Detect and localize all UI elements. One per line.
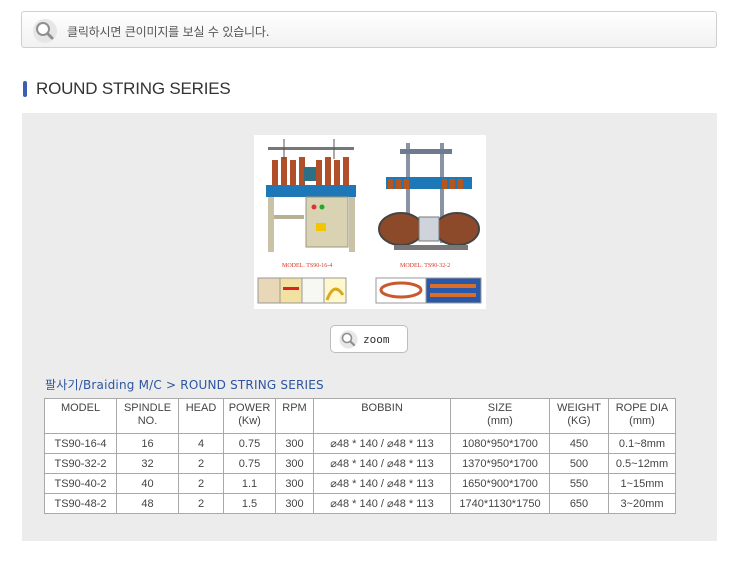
table-cell-head: 2 [178, 473, 224, 494]
table-cell-size: 1080*950*1700 [450, 433, 550, 454]
table-cell-spindle-no: 48 [116, 493, 179, 514]
table-cell-rpm: 300 [275, 453, 314, 474]
section-title: ROUND STRING SERIES [36, 79, 231, 98]
table-cell-head: 2 [178, 453, 224, 474]
table-cell-head: 4 [178, 433, 224, 454]
table-cell-spindle-no: 16 [116, 433, 179, 454]
table-header-row: MODEL SPINDLE NO. HEAD POWER (Kw) RPM BOBBIN SIZ… [44, 398, 676, 434]
zoom-button[interactable]: zoom [330, 325, 408, 353]
col-header-line: NO. [137, 415, 158, 427]
col-header-line: WEIGHT [557, 402, 601, 414]
col-header-size: SIZE (mm) [450, 398, 550, 434]
magnifier-icon [339, 330, 358, 349]
table-cell-model: TS90-32-2 [44, 453, 117, 474]
col-header-line: (Kw) [238, 415, 261, 427]
col-header-bobbin: BOBBIN [313, 398, 451, 434]
table-cell-power: 1.5 [223, 493, 276, 514]
product-image[interactable]: MODEL. TS90-16-4 MODEL. TS90-32-2 [254, 135, 486, 309]
table-cell-size: 1650*900*1700 [450, 473, 550, 494]
product-panel: MODEL. TS90-16-4 MODEL. TS90-32-2 zoom 팔… [22, 113, 717, 541]
col-header-line: ROPE DIA [615, 402, 669, 414]
table-cell-rpm: 300 [275, 493, 314, 514]
magnifier-icon [33, 19, 57, 43]
table-cell-rope-dia: 1~15mm [608, 473, 676, 494]
table-row: TS90-16-4 16 4 0.75 300 ⌀48 * 140 / ⌀48 * 113… [44, 433, 676, 454]
col-header-line: (mm) [487, 415, 513, 427]
table-row: TS90-48-2 48 2 1.5 300 ⌀48 * 140 / ⌀48 * 113 1… [44, 493, 676, 514]
table-cell-model: TS90-16-4 [44, 433, 117, 454]
breadcrumb-parent[interactable]: 팔사기/Braiding M/C [45, 378, 162, 392]
table-cell-model: TS90-48-2 [44, 493, 117, 514]
table-cell-power: 0.75 [223, 433, 276, 454]
table-cell-rope-dia: 0.5~12mm [608, 453, 676, 474]
table-cell-weight: 650 [549, 493, 609, 514]
col-header-rope-dia: ROPE DIA (mm) [608, 398, 676, 434]
table-cell-weight: 450 [549, 433, 609, 454]
notice-text: 클릭하시면 큰이미지를 보실 수 있습니다. [67, 25, 270, 39]
rope-samples-right [375, 277, 482, 304]
table-cell-rope-dia: 3~20mm [608, 493, 676, 514]
col-header-line: (mm) [629, 415, 655, 427]
col-header-head: HEAD [178, 398, 224, 434]
table-row: TS90-40-2 40 2 1.1 300 ⌀48 * 140 / ⌀48 * 113 1… [44, 473, 676, 494]
rope-samples-left [257, 277, 347, 304]
col-header-spindle-no: SPINDLE NO. [116, 398, 179, 434]
table-cell-power: 0.75 [223, 453, 276, 474]
table-row: TS90-32-2 32 2 0.75 300 ⌀48 * 140 / ⌀48 * 113… [44, 453, 676, 474]
table-cell-weight: 500 [549, 453, 609, 474]
col-header-model: MODEL [44, 398, 117, 434]
spec-table: MODEL SPINDLE NO. HEAD POWER (Kw) RPM BOBBIN SIZ… [44, 398, 676, 514]
table-body: TS90-16-4 16 4 0.75 300 ⌀48 * 140 / ⌀48 * 113… [44, 433, 676, 514]
table-cell-model: TS90-40-2 [44, 473, 117, 494]
caption-right: MODEL. TS90-32-2 [400, 263, 450, 269]
col-header-line: MODEL [60, 402, 101, 414]
col-header-line: POWER [228, 402, 271, 414]
table-cell-size: 1370*950*1700 [450, 453, 550, 474]
table-cell-head: 2 [178, 493, 224, 514]
table-cell-power: 1.1 [223, 473, 276, 494]
col-header-rpm: RPM [275, 398, 314, 434]
caption-left: MODEL. TS90-16-4 [282, 263, 332, 269]
col-header-line: (KG) [567, 415, 591, 427]
table-cell-bobbin: ⌀48 * 140 / ⌀48 * 113 [313, 453, 451, 474]
notice-bar: 클릭하시면 큰이미지를 보실 수 있습니다. [21, 11, 717, 48]
breadcrumb-current: ROUND STRING SERIES [180, 378, 324, 392]
col-header-weight: WEIGHT (KG) [549, 398, 609, 434]
col-header-line: RPM [282, 402, 307, 414]
zoom-label: zoom [363, 333, 390, 346]
section-marker [23, 81, 27, 97]
breadcrumb: 팔사기/Braiding M/C > ROUND STRING SERIES [45, 376, 324, 393]
table-cell-weight: 550 [549, 473, 609, 494]
table-cell-bobbin: ⌀48 * 140 / ⌀48 * 113 [313, 493, 451, 514]
table-cell-rope-dia: 0.1~8mm [608, 433, 676, 454]
table-cell-rpm: 300 [275, 433, 314, 454]
col-header-power: POWER (Kw) [223, 398, 276, 434]
table-cell-rpm: 300 [275, 473, 314, 494]
col-header-line: SPINDLE [123, 402, 172, 414]
col-header-line: HEAD [185, 402, 217, 414]
table-cell-bobbin: ⌀48 * 140 / ⌀48 * 113 [313, 433, 451, 454]
table-cell-size: 1740*1130*1750 [450, 493, 550, 514]
table-cell-bobbin: ⌀48 * 140 / ⌀48 * 113 [313, 473, 451, 494]
col-header-line: BOBBIN [361, 402, 403, 414]
table-cell-spindle-no: 40 [116, 473, 179, 494]
breadcrumb-separator: > [166, 378, 177, 392]
table-cell-spindle-no: 32 [116, 453, 179, 474]
col-header-line: SIZE [487, 402, 513, 414]
